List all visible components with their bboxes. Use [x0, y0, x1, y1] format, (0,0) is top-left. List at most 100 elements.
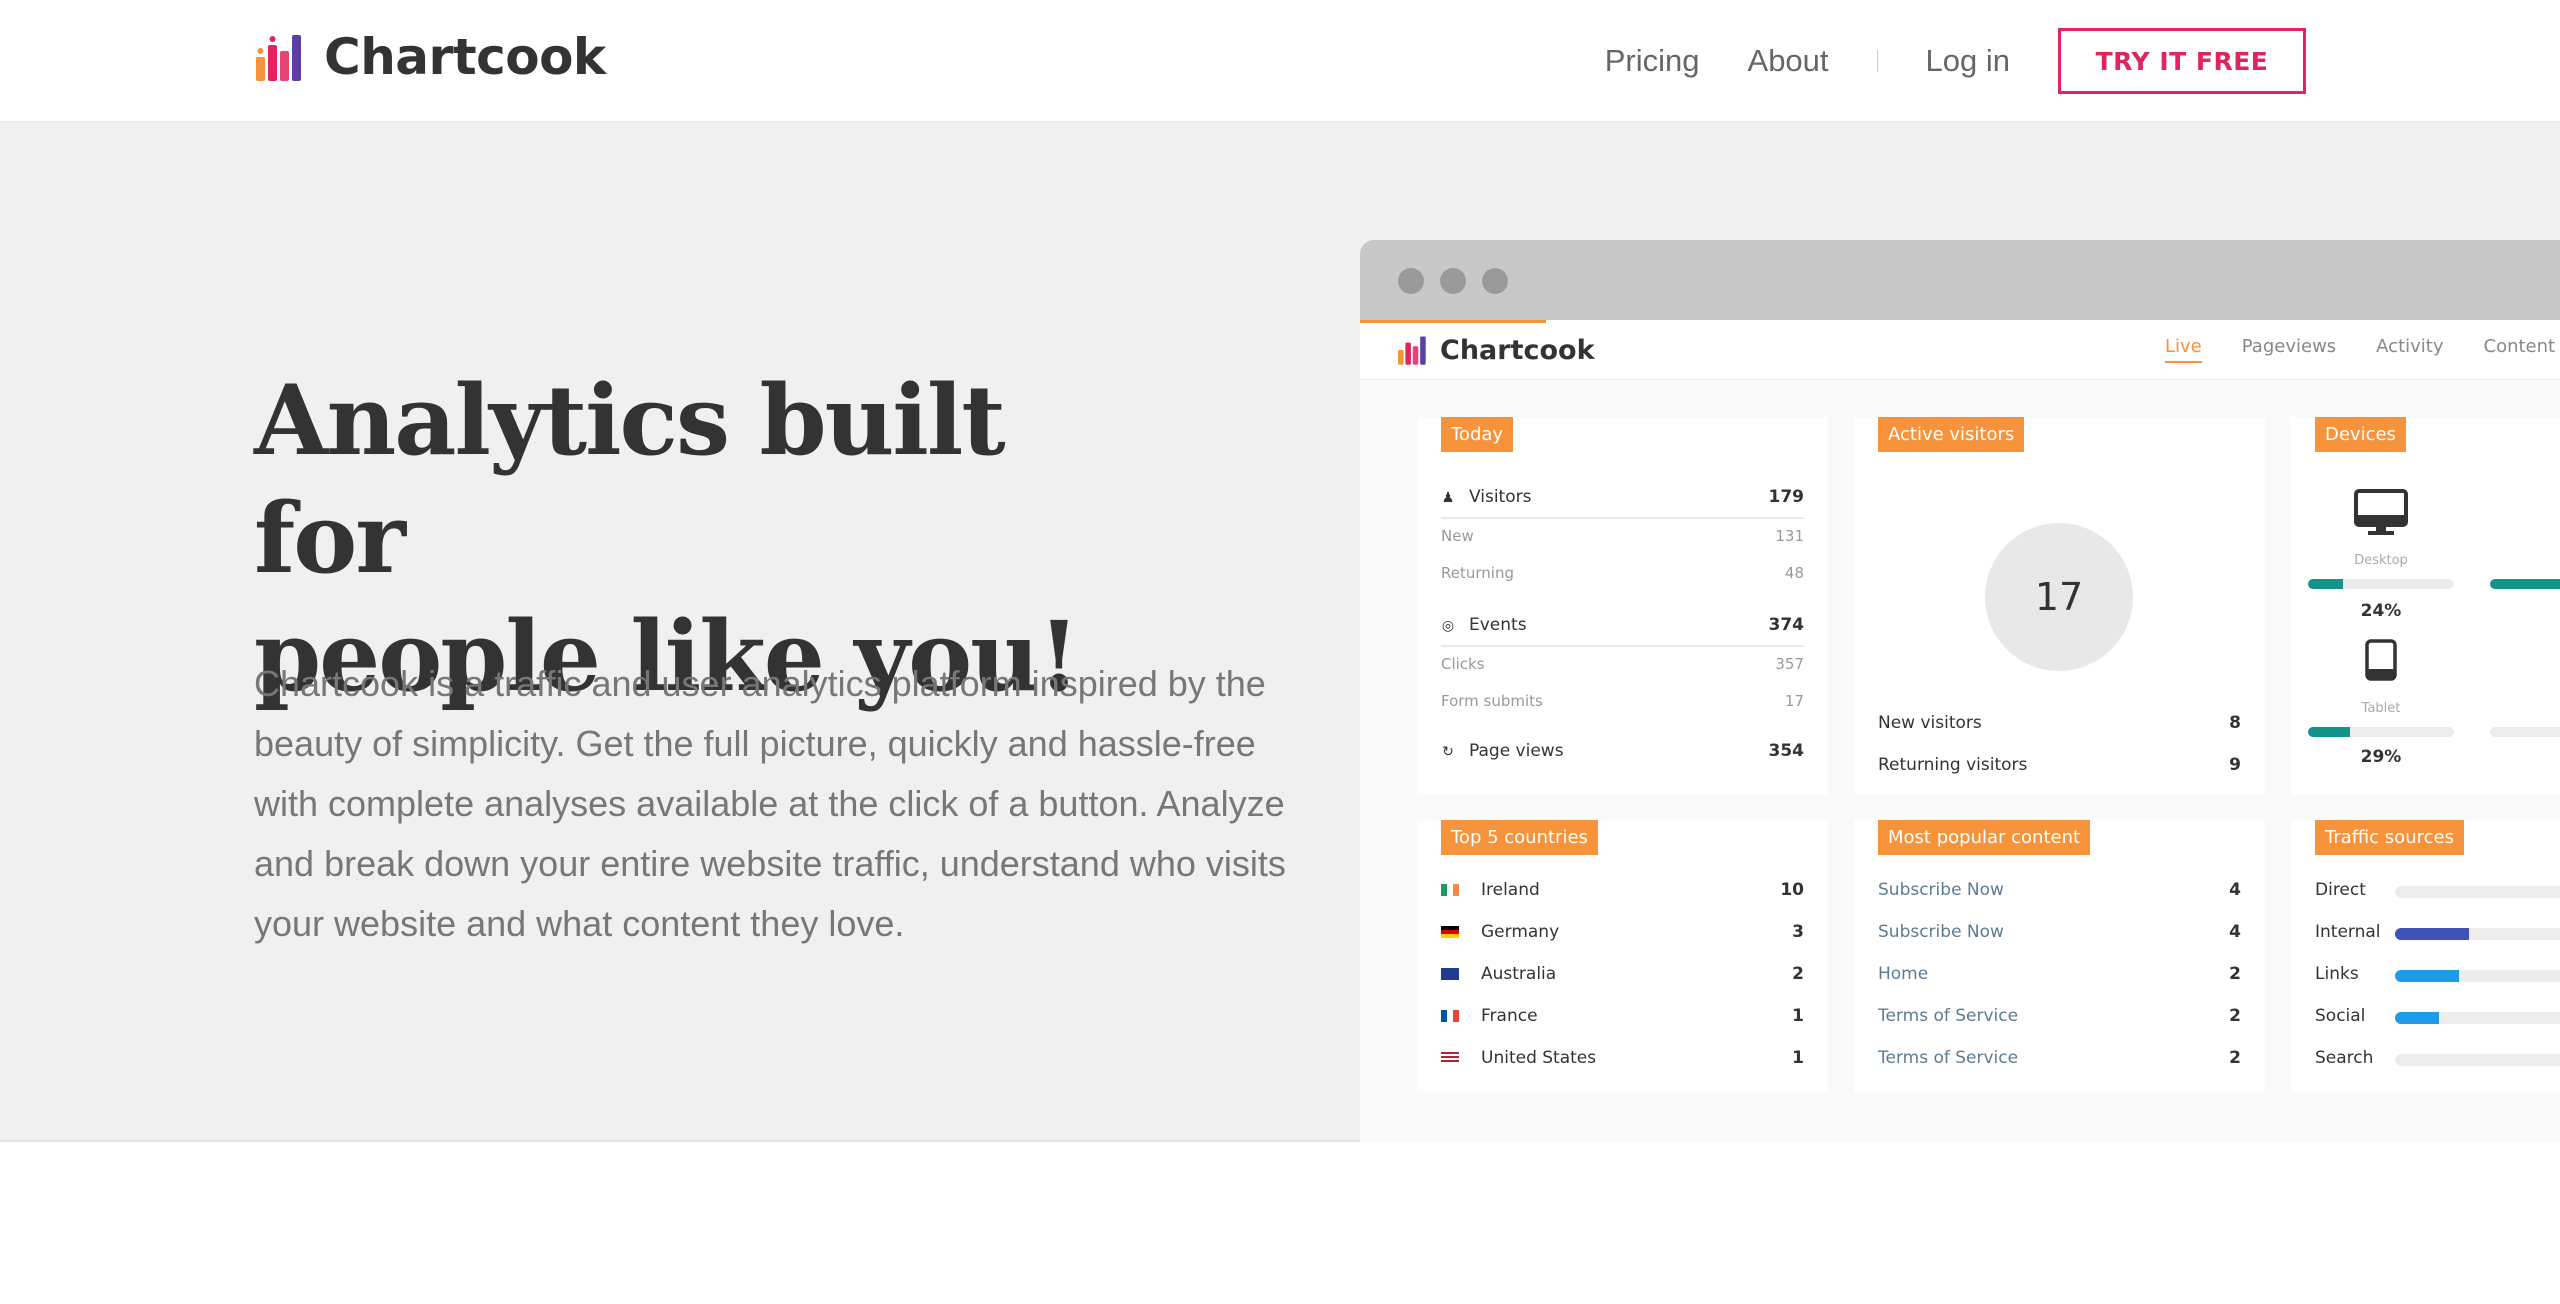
source-bar-fill: [2395, 1012, 2439, 1024]
stat-label: Clicks: [1441, 655, 1485, 673]
stat-label: Returning visitors: [1878, 755, 2028, 775]
country-name: France: [1481, 1006, 1538, 1026]
hero-section: Analytics built for people like you! Cha…: [0, 122, 2560, 1142]
device-label: Tablet: [2361, 701, 2401, 716]
device-percent: 24%: [2360, 601, 2402, 621]
country-value: 2: [1792, 964, 1804, 984]
source-name: Direct: [2315, 880, 2366, 900]
source-bar-fill: [2395, 928, 2469, 940]
stat-value: 179: [1768, 487, 1805, 507]
source-name: Internal: [2315, 922, 2381, 942]
device-label: Desktop: [2354, 553, 2408, 568]
country-name: Germany: [1481, 922, 1560, 942]
content-row: Terms of Service 2: [1878, 1006, 2241, 1026]
stat-label: Page views: [1469, 741, 1564, 761]
login-link[interactable]: Log in: [1926, 43, 2010, 79]
device-bar-fill: [2490, 579, 2560, 589]
browser-chrome: [1360, 240, 2560, 320]
source-row: Internal: [2315, 922, 2381, 942]
country-name: Ireland: [1481, 880, 1540, 900]
country-name: Australia: [1481, 964, 1557, 984]
content-value: 2: [2229, 1006, 2241, 1026]
stat-value: 8: [2229, 713, 2241, 733]
stat-label: New: [1441, 527, 1474, 545]
content-row: Terms of Service 2: [1878, 1048, 2241, 1068]
content-link[interactable]: Terms of Service: [1878, 1048, 2018, 1068]
target-icon: ◎: [1441, 618, 1455, 634]
card-tag-top-countries: Top 5 countries: [1441, 820, 1598, 855]
card-tag-devices: Devices: [2315, 417, 2406, 452]
stat-label: Events: [1469, 615, 1527, 635]
card-tag-today: Today: [1441, 417, 1514, 452]
australia-flag-icon: [1441, 968, 1459, 980]
content-link[interactable]: Home: [1878, 964, 1928, 984]
divider: [1441, 517, 1804, 519]
app-tabs: Live Pageviews Activity Content: [2165, 336, 2560, 363]
source-row: Social: [2315, 1006, 2365, 1026]
tab-pageviews[interactable]: Pageviews: [2242, 336, 2336, 363]
top-navbar: Chartcook Pricing About Log in TRY IT FR…: [0, 0, 2560, 122]
tab-live[interactable]: Live: [2165, 336, 2202, 363]
device-bar-fill: [2308, 727, 2351, 737]
content-link[interactable]: Subscribe Now: [1878, 922, 2004, 942]
country-name: United States: [1481, 1048, 1597, 1068]
devices-card: Devices Desktop 24% Tablet 29%: [2291, 417, 2560, 795]
stat-label: Visitors: [1469, 487, 1532, 507]
device-bar-extra: [2490, 727, 2560, 737]
source-bar: [2395, 928, 2560, 940]
stat-label: New visitors: [1878, 713, 1982, 733]
content-link[interactable]: Subscribe Now: [1878, 880, 2004, 900]
stat-row-returning: Returning 48: [1441, 564, 1804, 582]
country-row: Ireland 10: [1441, 880, 1804, 900]
device-bar-tablet: [2308, 727, 2454, 737]
nav-link-about[interactable]: About: [1748, 43, 1829, 79]
refresh-icon: ↻: [1442, 744, 1454, 760]
country-row: France 1: [1441, 1006, 1804, 1026]
stat-row-clicks: Clicks 357: [1441, 655, 1804, 673]
nav-link-pricing[interactable]: Pricing: [1605, 43, 1700, 79]
app-brand-name: Chartcook: [1440, 334, 1595, 366]
country-row: United States 1: [1441, 1048, 1804, 1068]
france-flag-icon: [1441, 1010, 1459, 1022]
device-percent: 29%: [2360, 747, 2402, 767]
hero-description: Chartcook is a traffic and user analytic…: [254, 663, 1286, 944]
country-value: 1: [1792, 1006, 1804, 1026]
window-dot-icon: [1482, 268, 1508, 294]
user-icon: ♟: [1441, 490, 1455, 506]
stat-row-events: ◎ Events 374: [1441, 615, 1804, 635]
headline-line-1: Analytics built for: [254, 364, 1006, 595]
stat-row-returning-visitors: Returning visitors 9: [1878, 755, 2241, 775]
device-bar-desktop: [2308, 579, 2454, 589]
source-bar-fill: [2395, 970, 2459, 982]
stat-value: 17: [1784, 692, 1804, 710]
brand-logo-link[interactable]: Chartcook: [254, 28, 606, 86]
stat-value: 131: [1775, 527, 1804, 545]
source-row: Search: [2315, 1048, 2373, 1068]
content-row: Subscribe Now 4: [1878, 922, 2241, 942]
popular-content-card: Most popular content Subscribe Now 4 Sub…: [1854, 820, 2265, 1092]
tab-activity[interactable]: Activity: [2376, 336, 2443, 363]
traffic-sources-card: Traffic sources Direct Internal Links So…: [2291, 820, 2560, 1092]
top-countries-card: Top 5 countries Ireland 10 Germany 3 Aus…: [1417, 820, 1828, 1092]
card-tag-popular-content: Most popular content: [1878, 820, 2091, 855]
brand-name: Chartcook: [324, 28, 606, 86]
content-value: 2: [2229, 1048, 2241, 1068]
divider: [1441, 645, 1804, 647]
stat-label: Form submits: [1441, 692, 1543, 710]
nav-links: Pricing About Log in TRY IT FREE: [1557, 28, 2306, 94]
stat-value: 48: [1784, 564, 1804, 582]
content-link[interactable]: Terms of Service: [1878, 1006, 2018, 1026]
card-tag-active-visitors: Active visitors: [1878, 417, 2025, 452]
content-row: Home 2: [1878, 964, 2241, 984]
nav-divider: [1876, 50, 1878, 72]
ireland-flag-icon: [1441, 884, 1459, 896]
source-name: Social: [2315, 1006, 2366, 1026]
tablet-icon: [2365, 639, 2397, 681]
source-row: Links: [2315, 964, 2359, 984]
app-header: Chartcook Live Pageviews Activity Conten…: [1360, 320, 2560, 380]
content-row: Subscribe Now 4: [1878, 880, 2241, 900]
app-brand: Chartcook: [1396, 334, 1595, 366]
active-visitor-count: 17: [1985, 523, 2133, 671]
tab-content[interactable]: Content: [2484, 336, 2556, 363]
try-it-free-button[interactable]: TRY IT FREE: [2058, 28, 2306, 94]
